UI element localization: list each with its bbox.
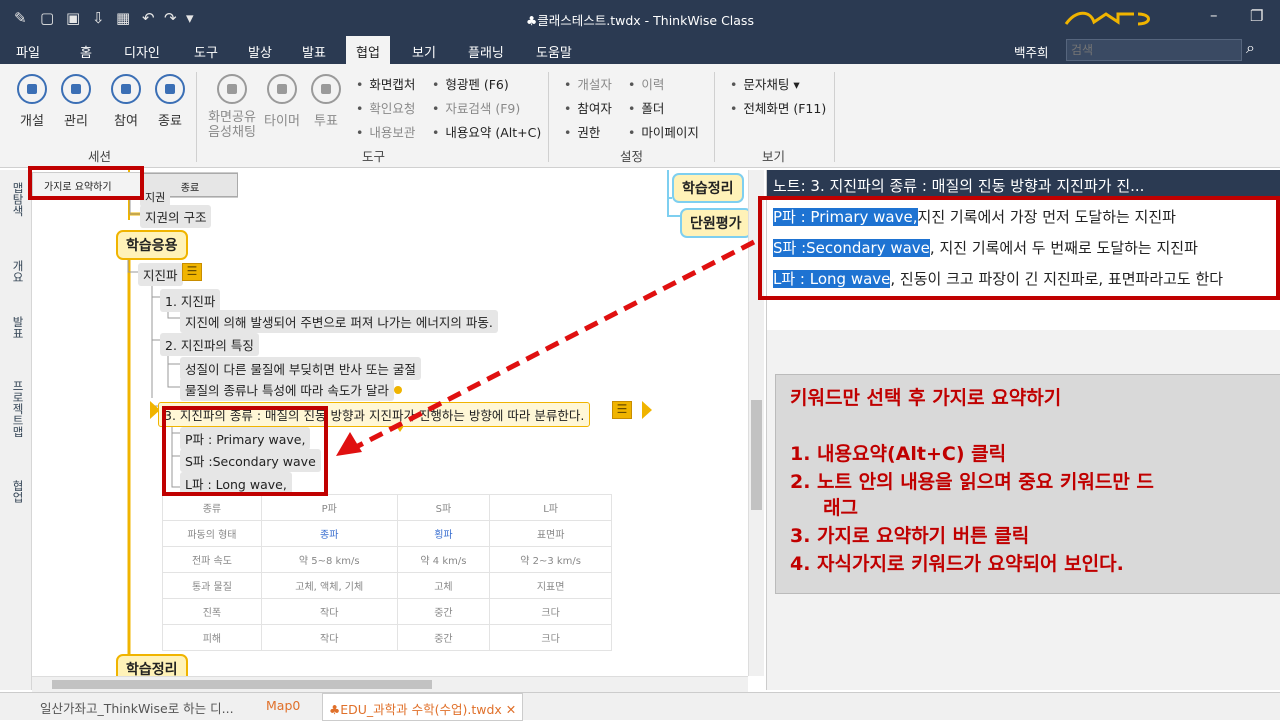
annotation-arrow (336, 239, 756, 456)
